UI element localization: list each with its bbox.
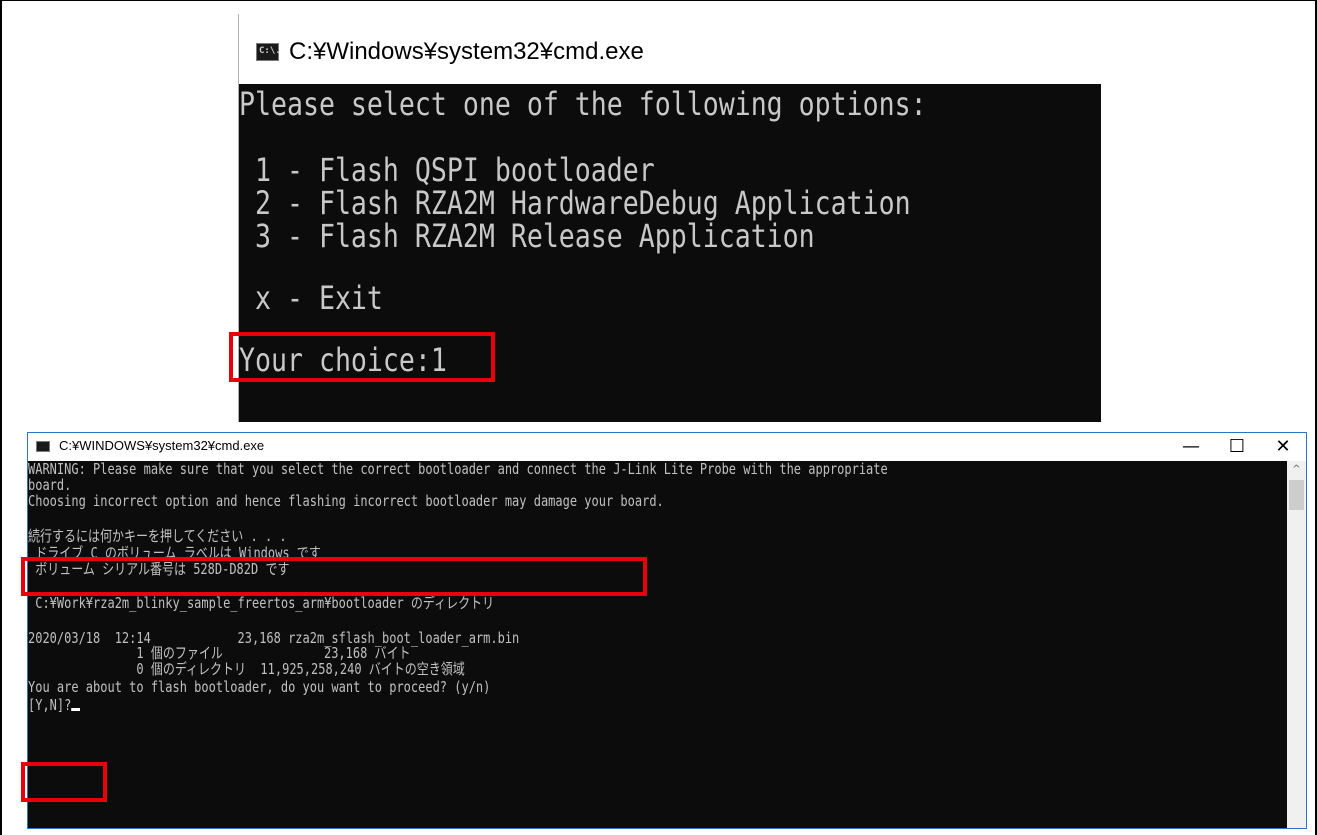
console-line: 続行するには何かキーを押してください . . .	[28, 527, 287, 545]
bottom-title-bar: C:¥WINDOWS¥system32¥cmd.exe — ☐ ✕	[28, 433, 1306, 461]
console-line: WARNING: Please make sure that you selec…	[28, 460, 888, 478]
top-window-title: C:¥Windows¥system32¥cmd.exe	[289, 38, 644, 65]
console-line: Please select one of the following optio…	[239, 85, 927, 123]
vertical-scrollbar[interactable]: ^	[1287, 461, 1306, 828]
frame-top	[0, 0, 1317, 1]
prompt-text: [Y,N]?	[28, 696, 72, 714]
cmd-icon: C:\.	[256, 43, 281, 61]
console-line: 2 - Flash RZA2M HardwareDebug Applicatio…	[239, 184, 911, 222]
top-title-bar: C:\. C:¥Windows¥system32¥cmd.exe	[239, 14, 1101, 84]
console-line: 1 - Flash QSPI bootloader	[239, 151, 655, 189]
console-line: 3 - Flash RZA2M Release Application	[239, 217, 815, 255]
close-button[interactable]: ✕	[1260, 433, 1306, 461]
highlight-box-choice	[229, 332, 495, 382]
maximize-button[interactable]: ☐	[1214, 433, 1260, 461]
bottom-console-window: C:¥WINDOWS¥system32¥cmd.exe — ☐ ✕ WARNIN…	[27, 432, 1307, 829]
bottom-console-output[interactable]: WARNING: Please make sure that you selec…	[28, 461, 1286, 828]
bottom-window-title: C:¥WINDOWS¥system32¥cmd.exe	[59, 438, 265, 453]
scrollbar-thumb[interactable]	[1289, 480, 1304, 510]
highlight-box-continue	[21, 557, 647, 596]
console-line: Choosing incorrect option and hence flas…	[28, 492, 664, 510]
console-line: 0 個のディレクトリ 11,925,258,240 バイトの空き領域	[28, 660, 465, 678]
text-cursor	[71, 708, 81, 711]
console-line: C:¥Work¥rza2m_blinky_sample_freertos_arm…	[28, 594, 495, 612]
cmd-icon	[36, 441, 50, 452]
minimize-button[interactable]: —	[1168, 433, 1214, 461]
prompt-line: [Y,N]?	[28, 696, 81, 714]
console-line: x - Exit	[239, 279, 383, 317]
frame-left	[0, 0, 2, 835]
highlight-box-prompt	[21, 762, 107, 802]
scroll-up-arrow-icon[interactable]: ^	[1287, 461, 1306, 478]
console-line: You are about to flash bootloader, do yo…	[28, 678, 491, 696]
